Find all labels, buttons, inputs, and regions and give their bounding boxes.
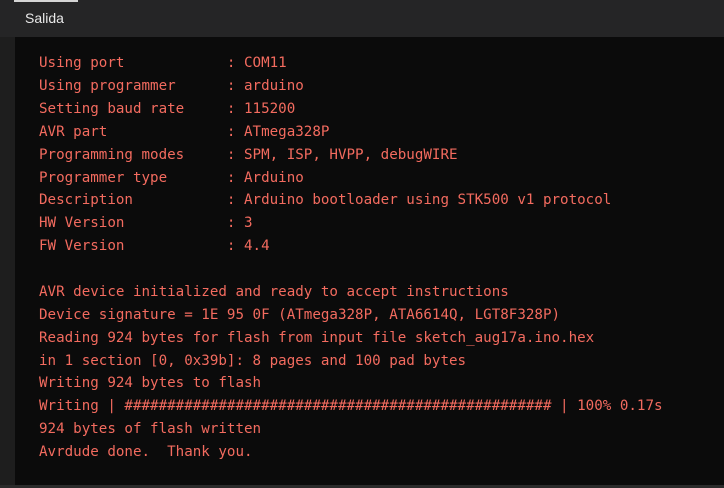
output-line: Setting baud rate : 115200 bbox=[39, 101, 296, 117]
output-line: 924 bytes of flash written bbox=[39, 421, 262, 437]
output-line: Description : Arduino bootloader using S… bbox=[39, 192, 612, 208]
output-panel: Salida Using port : COM11 Using programm… bbox=[0, 0, 724, 488]
output-line: Writing 924 bytes to flash bbox=[39, 375, 262, 391]
output-line: Programming modes : SPM, ISP, HVPP, debu… bbox=[39, 147, 458, 163]
output-line: Reading 924 bytes for flash from input f… bbox=[39, 330, 595, 346]
tab-output-label: Salida bbox=[25, 10, 64, 26]
output-line: AVR device initialized and ready to acce… bbox=[39, 284, 509, 300]
output-line: Device signature = 1E 95 0F (ATmega328P,… bbox=[39, 307, 561, 323]
panel-tab-bar: Salida bbox=[0, 0, 724, 37]
output-line: AVR part : ATmega328P bbox=[39, 124, 330, 140]
output-line: in 1 section [0, 0x39b]: 8 pages and 100… bbox=[39, 353, 467, 369]
output-line: Using port : COM11 bbox=[39, 55, 287, 71]
output-console[interactable]: Using port : COM11 Using programmer : ar… bbox=[15, 37, 724, 485]
output-line: FW Version : 4.4 bbox=[39, 238, 270, 254]
output-line: Avrdude done. Thank you. bbox=[39, 444, 253, 460]
output-line: HW Version : 3 bbox=[39, 215, 253, 231]
output-line: Writing | ##############################… bbox=[39, 398, 663, 414]
output-line: Programmer type : Arduino bbox=[39, 170, 304, 186]
tab-output[interactable]: Salida bbox=[14, 0, 78, 37]
panel-left-gutter bbox=[0, 37, 15, 485]
output-line: Using programmer : arduino bbox=[39, 78, 304, 94]
